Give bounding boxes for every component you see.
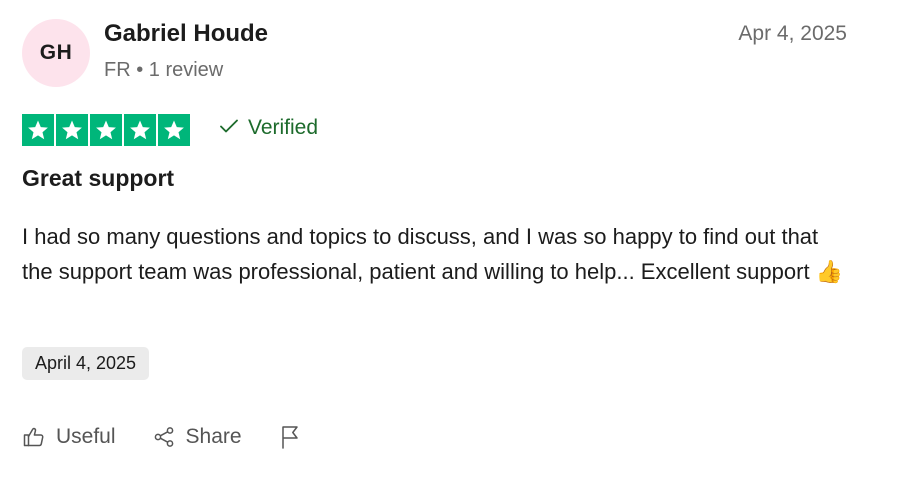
- star-rating: [22, 114, 190, 146]
- reviewer-name[interactable]: Gabriel Houde: [104, 20, 268, 48]
- checkmark-icon: [219, 116, 239, 140]
- share-button[interactable]: Share: [152, 425, 242, 449]
- verified-label: Verified: [248, 116, 319, 139]
- useful-label: Useful: [56, 425, 116, 448]
- review-actions: Useful Share: [22, 424, 338, 450]
- avatar: GH: [22, 19, 90, 87]
- share-label: Share: [185, 425, 242, 448]
- experience-date-badge: April 4, 2025: [22, 347, 150, 380]
- star-icon: [124, 114, 156, 146]
- thumbs-up-icon: [22, 425, 46, 449]
- review-date: Apr 4, 2025: [738, 22, 847, 45]
- report-button[interactable]: [278, 424, 302, 450]
- share-icon: [152, 425, 176, 449]
- avatar-initials: GH: [39, 41, 73, 64]
- star-icon: [90, 114, 122, 146]
- review-body: I had so many questions and topics to di…: [22, 224, 844, 284]
- star-icon: [56, 114, 88, 146]
- star-icon: [158, 114, 190, 146]
- flag-icon: [278, 424, 302, 450]
- verified-badge[interactable]: Verified: [219, 116, 318, 140]
- reviewer-meta: FR • 1 review: [104, 59, 224, 81]
- review-title: Great support: [22, 165, 175, 191]
- star-icon: [22, 114, 54, 146]
- useful-button[interactable]: Useful: [22, 425, 116, 449]
